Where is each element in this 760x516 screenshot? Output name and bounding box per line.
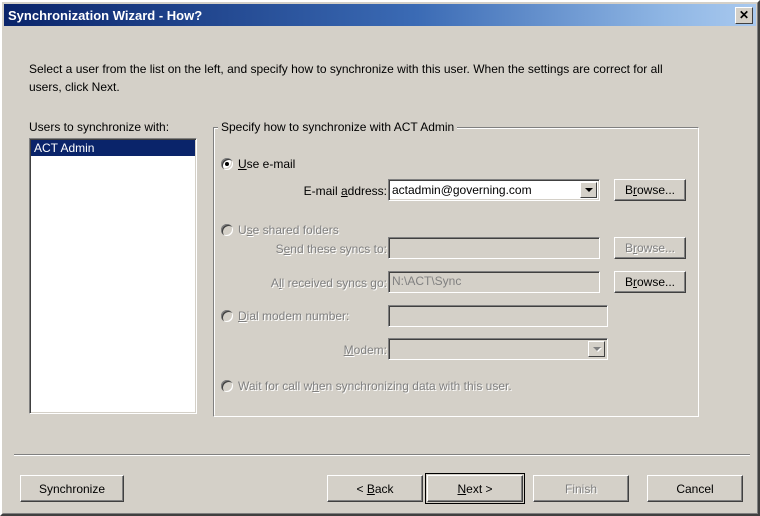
synchronize-button[interactable]: Synchronize <box>20 475 124 502</box>
radio-dial-modem[interactable]: Dial modem number: <box>221 309 349 323</box>
sync-method-group-title: Specify how to synchronize with ACT Admi… <box>218 120 458 134</box>
next-button[interactable]: Next > <box>425 473 525 504</box>
button-bar-separator <box>14 454 750 456</box>
radio-use-email-label: Use e-mail <box>238 157 296 171</box>
radio-use-shared-folders[interactable]: Use shared folders <box>221 223 339 237</box>
send-syncs-label: Send these syncs to: <box>275 242 387 256</box>
browse-received-syncs-button[interactable]: Browse... <box>614 271 686 293</box>
cancel-button[interactable]: Cancel <box>647 475 743 502</box>
email-address-combo[interactable]: actadmin@governing.com <box>388 179 600 201</box>
radio-dot-icon <box>221 380 233 392</box>
received-syncs-label: All received syncs go: <box>270 276 387 290</box>
finish-button[interactable]: Finish <box>533 475 629 502</box>
instruction-text: Select a user from the list on the left,… <box>29 62 663 94</box>
browse-email-label: Browse... <box>624 183 676 197</box>
radio-use-email[interactable]: Use e-mail <box>221 157 295 171</box>
window-title: Synchronization Wizard - How? <box>8 7 203 23</box>
list-item[interactable]: ACT Admin <box>31 140 195 156</box>
browse-received-syncs-label: Browse... <box>624 275 676 289</box>
radio-dial-modem-label: Dial modem number: <box>238 309 350 323</box>
finish-label: Finish <box>564 481 597 496</box>
radio-use-shared-folders-label: Use shared folders <box>238 223 339 237</box>
back-button[interactable]: < Back <box>327 475 423 502</box>
browse-send-syncs-button[interactable]: Browse... <box>614 237 686 259</box>
send-syncs-input[interactable] <box>388 237 600 259</box>
close-icon: ✕ <box>738 8 750 22</box>
radio-dot-icon <box>221 310 233 322</box>
cancel-label: Cancel <box>676 481 714 496</box>
close-button[interactable]: ✕ <box>735 6 753 24</box>
chevron-down-icon[interactable] <box>588 341 605 357</box>
chevron-down-icon[interactable] <box>580 182 597 198</box>
radio-wait-for-call[interactable]: Wait for call when synchronizing data wi… <box>221 379 512 393</box>
synchronization-wizard-dialog: Synchronization Wizard - How? ✕ Select a… <box>0 0 760 516</box>
received-syncs-input[interactable]: N:\ACT\Sync <box>388 271 600 293</box>
next-button-inner: Next > <box>427 475 523 502</box>
user-list-label: Users to synchronize with: <box>29 120 170 134</box>
radio-dot-icon <box>221 158 233 170</box>
user-list-box[interactable]: ACT Admin <box>29 138 197 414</box>
dial-number-input[interactable] <box>388 305 608 327</box>
modem-label: Modem: <box>343 343 387 357</box>
next-label: Next > <box>457 481 493 496</box>
radio-wait-for-call-label: Wait for call when synchronizing data wi… <box>238 379 512 393</box>
radio-dot-icon <box>221 224 233 236</box>
modem-combo[interactable] <box>388 338 608 360</box>
title-bar[interactable]: Synchronization Wizard - How? ✕ <box>4 4 756 26</box>
back-label: < Back <box>356 481 394 496</box>
email-address-label: E-mail address: <box>303 184 387 198</box>
email-address-value: actadmin@governing.com <box>392 183 532 197</box>
browse-send-syncs-label: Browse... <box>624 241 676 255</box>
browse-email-button[interactable]: Browse... <box>614 179 686 201</box>
synchronize-label: Synchronize <box>38 481 106 496</box>
